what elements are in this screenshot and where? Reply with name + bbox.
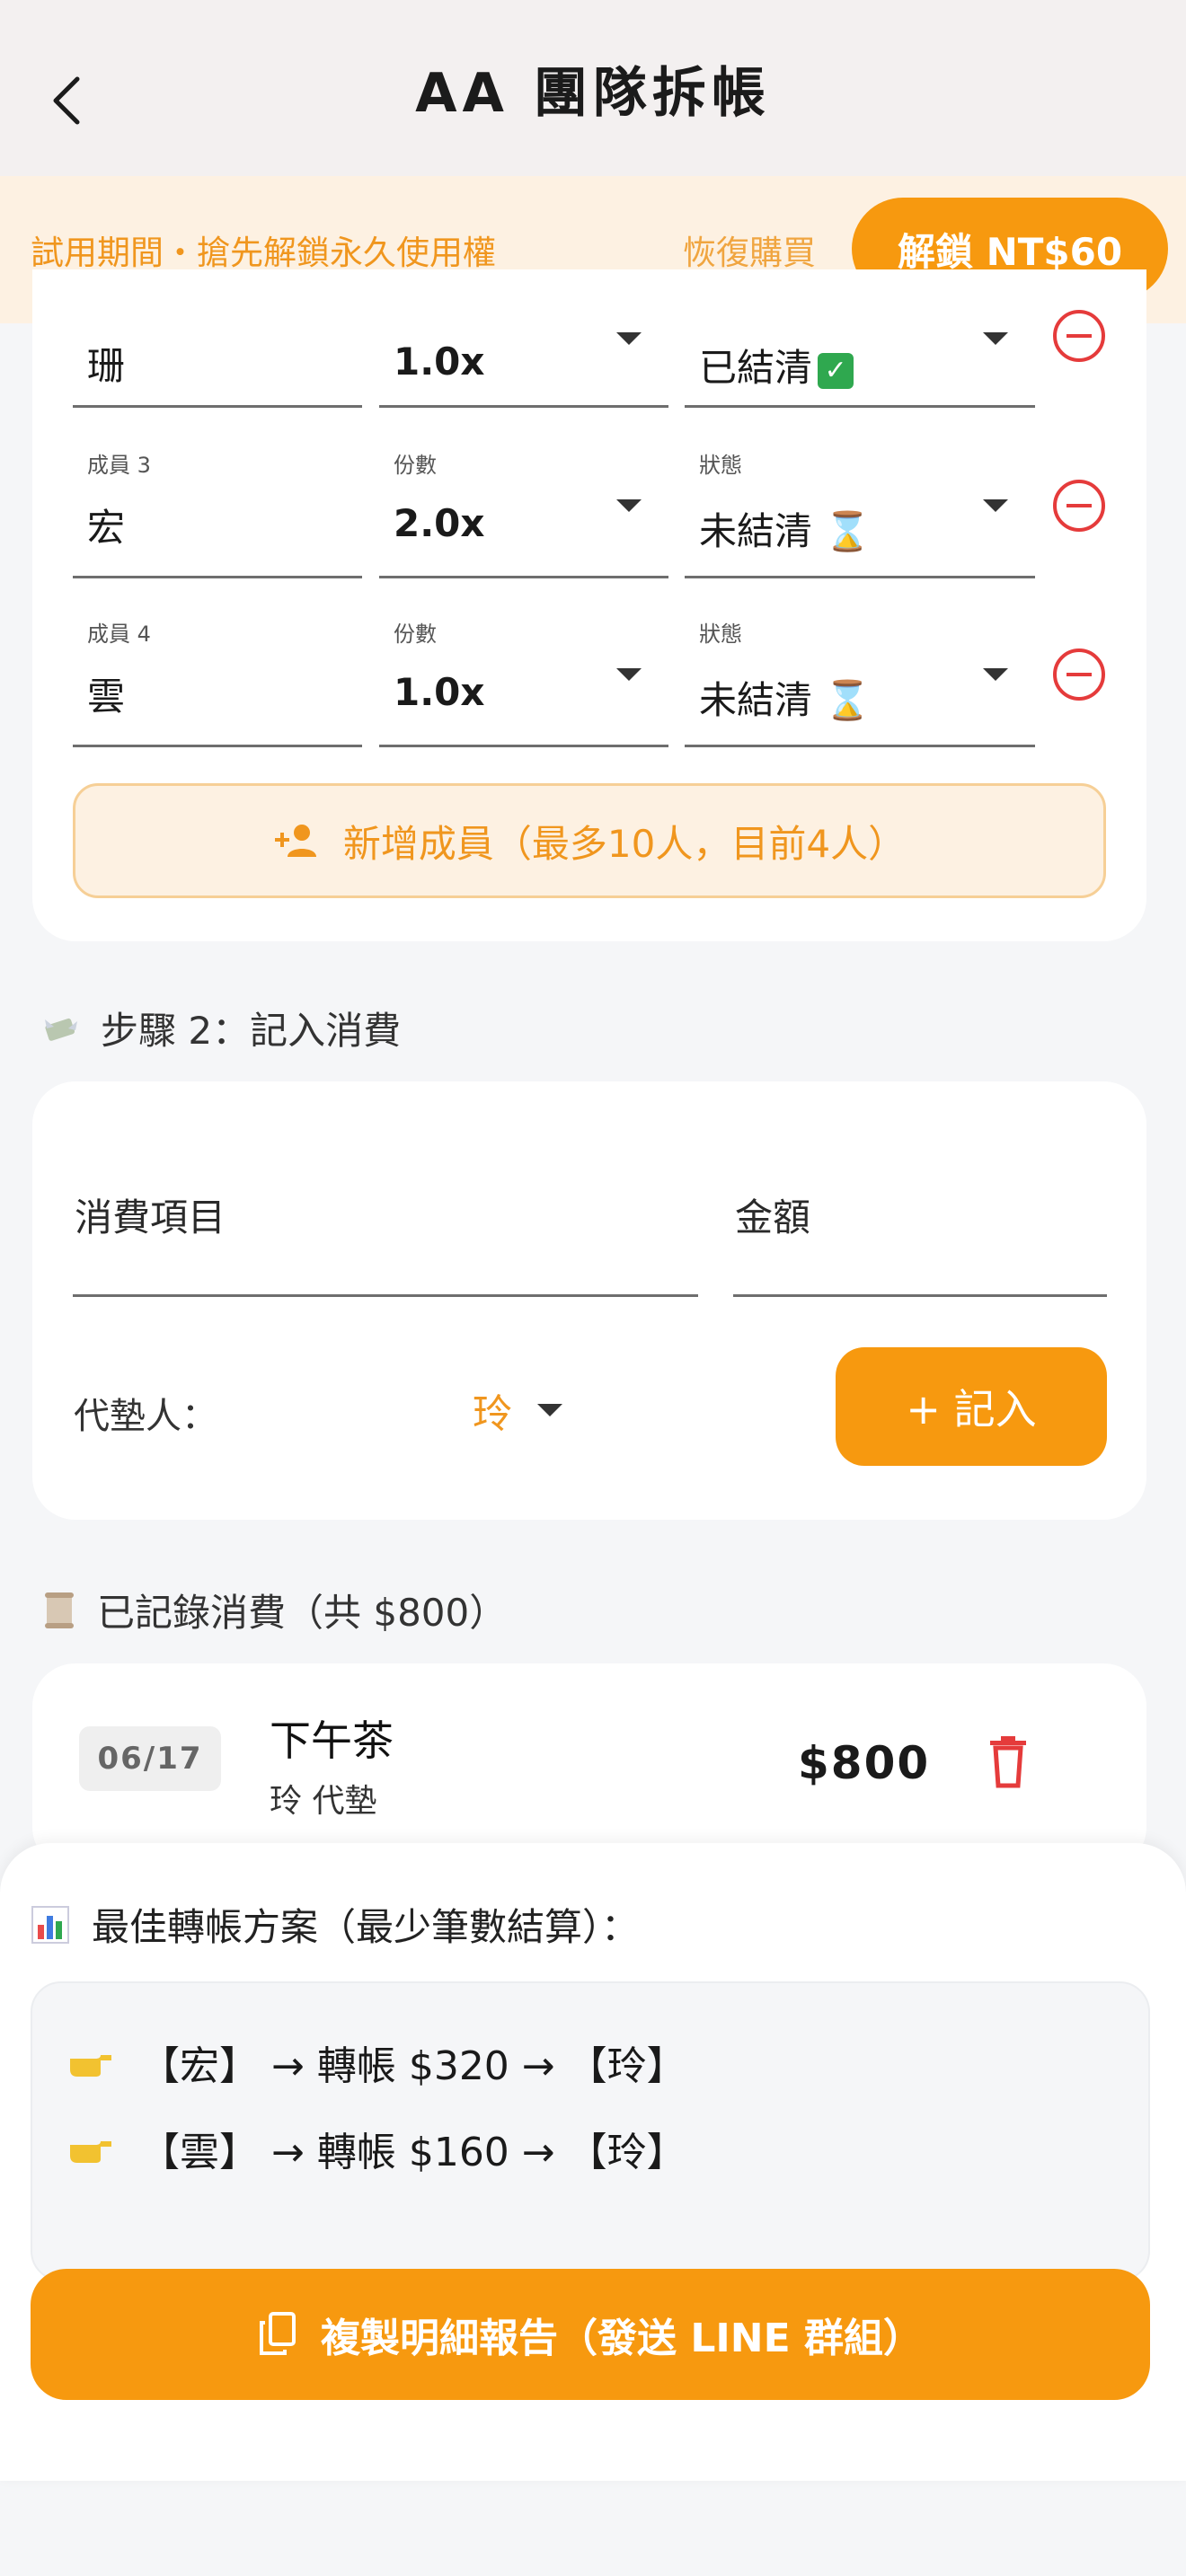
member-share-value: 1.0x <box>394 340 485 384</box>
hourglass-icon: ⌛ <box>824 509 872 553</box>
dropdown-caret-icon <box>983 499 1008 512</box>
scroll-icon <box>45 1592 74 1628</box>
dropdown-caret-icon <box>616 668 642 681</box>
dropdown-caret-icon <box>537 1404 562 1416</box>
member-label: 成員 4 <box>87 622 151 647</box>
add-member-label: 新增成員（最多10人，目前4人） <box>342 821 907 866</box>
member-name-value: 雲 <box>87 675 126 719</box>
record-title: 下午茶 <box>270 1716 394 1765</box>
member-status-value: 未結清 ⌛ <box>699 670 872 725</box>
remove-member-button[interactable] <box>1053 480 1105 532</box>
transfer-row: 【宏】 → 轉帳 $320 → 【玲】 <box>68 2033 686 2091</box>
payer-select[interactable]: 玲 <box>473 1381 562 1439</box>
records-title: 已記錄消費（共 $800） <box>97 1591 508 1635</box>
page-title: AA 團隊拆帳 <box>415 61 771 125</box>
member-label: 成員 3 <box>87 453 151 478</box>
expense-input-card: 消費項目 金額 代墊人： 玲 + 記入 <box>32 1081 1146 1520</box>
expense-amount-input[interactable]: 金額 <box>733 1081 1107 1297</box>
record-amount: $800 <box>798 1737 931 1789</box>
transfer-text: 【雲】 → 轉帳 $160 → 【玲】 <box>140 2130 686 2175</box>
settlement-sheet: 最佳轉帳方案（最少筆數結算）： 【宏】 → 轉帳 $320 → 【玲】 【雲】 … <box>0 1843 1186 2481</box>
dropdown-caret-icon <box>983 668 1008 681</box>
copy-report-button[interactable]: 複製明細報告（發送 LINE 群組） <box>31 2269 1150 2400</box>
record-date: 06/17 <box>79 1726 221 1791</box>
member-share-value: 1.0x <box>394 670 485 714</box>
step2-heading: 步驟 2：記入消費 <box>41 1001 401 1055</box>
member-status-text: 未結清 <box>699 509 813 553</box>
pointing-hand-icon <box>70 2055 111 2077</box>
chevron-left-icon <box>53 76 80 125</box>
payer-value: 玲 <box>473 1391 512 1437</box>
share-label: 份數 <box>394 453 437 478</box>
status-label: 狀態 <box>699 622 742 647</box>
member-share-value: 2.0x <box>394 501 485 545</box>
member-status-text: 未結清 <box>699 678 813 722</box>
transfer-plan-box: 【宏】 → 轉帳 $320 → 【玲】 【雲】 → 轉帳 $160 → 【玲】 <box>31 1981 1150 2281</box>
member-share-select[interactable]: 份數 1.0x <box>379 607 668 747</box>
payer-label: 代墊人： <box>74 1396 217 1437</box>
settlement-heading: 最佳轉帳方案（最少筆數結算）： <box>31 1897 639 1952</box>
add-member-button[interactable]: 新增成員（最多10人，目前4人） <box>73 783 1106 898</box>
member-name-value: 珊 <box>87 344 126 388</box>
bar-chart-icon <box>31 1905 69 1944</box>
expense-item-input[interactable]: 消費項目 <box>73 1081 698 1297</box>
remove-member-button[interactable] <box>1053 648 1105 701</box>
settlement-title: 最佳轉帳方案（最少筆數結算）： <box>92 1905 640 1949</box>
minus-icon <box>1067 504 1092 507</box>
member-status-select[interactable]: 狀態 未結清 ⌛ <box>685 607 1035 747</box>
transfer-row: 【雲】 → 轉帳 $160 → 【玲】 <box>68 2120 686 2177</box>
member-share-select[interactable]: 份數 2.0x <box>379 438 668 578</box>
hourglass-icon: ⌛ <box>824 678 872 722</box>
minus-icon <box>1067 673 1092 676</box>
minus-icon <box>1067 334 1092 338</box>
members-card: 珊 1.0x 已結清 ✓ 成員 3 宏 份數 2.0x 狀態 未結清 ⌛ 成員 4… <box>32 269 1146 941</box>
check-mark-icon: ✓ <box>818 352 854 389</box>
restore-purchase-link[interactable]: 恢復購買 <box>683 225 816 274</box>
member-name-value: 宏 <box>87 506 126 550</box>
member-share-select[interactable]: 1.0x <box>379 323 668 408</box>
member-status-select[interactable]: 狀態 未結清 ⌛ <box>685 438 1035 578</box>
transfer-text: 【宏】 → 轉帳 $320 → 【玲】 <box>140 2043 686 2089</box>
add-person-icon <box>274 825 316 857</box>
money-wings-icon <box>45 1018 77 1041</box>
pointing-hand-icon <box>70 2141 111 2163</box>
step2-title: 步驟 2：記入消費 <box>101 1009 402 1053</box>
trash-icon[interactable] <box>985 1735 1031 1789</box>
copy-report-label: 複製明細報告（發送 LINE 群組） <box>321 2316 923 2361</box>
member-name-field[interactable]: 成員 3 宏 <box>73 438 362 578</box>
record-payer: 玲 代墊 <box>270 1783 377 1820</box>
expense-item-placeholder: 消費項目 <box>75 1195 226 1239</box>
app-header: AA 團隊拆帳 <box>0 0 1186 176</box>
share-label: 份數 <box>394 622 437 647</box>
dropdown-caret-icon <box>616 499 642 512</box>
member-name-field[interactable]: 珊 <box>73 323 362 408</box>
member-status-select[interactable]: 已結清 ✓ <box>685 323 1035 408</box>
member-status-value: 已結清 ✓ <box>699 338 854 393</box>
expense-record-card: 06/17 下午茶 玲 代墊 $800 <box>32 1663 1146 1870</box>
back-button[interactable] <box>41 65 92 137</box>
dropdown-caret-icon <box>616 332 642 345</box>
record-expense-button[interactable]: + 記入 <box>836 1347 1107 1466</box>
dropdown-caret-icon <box>983 332 1008 345</box>
expense-amount-placeholder: 金額 <box>735 1195 811 1239</box>
status-label: 狀態 <box>699 453 742 478</box>
trial-message: 試用期間・搶先解鎖永久使用權 <box>31 234 496 272</box>
records-heading: 已記錄消費（共 $800） <box>41 1583 507 1637</box>
copy-icon <box>260 2312 296 2355</box>
member-status-value: 未結清 ⌛ <box>699 501 872 556</box>
remove-member-button[interactable] <box>1053 310 1105 362</box>
member-status-text: 已結清 <box>699 346 813 390</box>
member-name-field[interactable]: 成員 4 雲 <box>73 607 362 747</box>
